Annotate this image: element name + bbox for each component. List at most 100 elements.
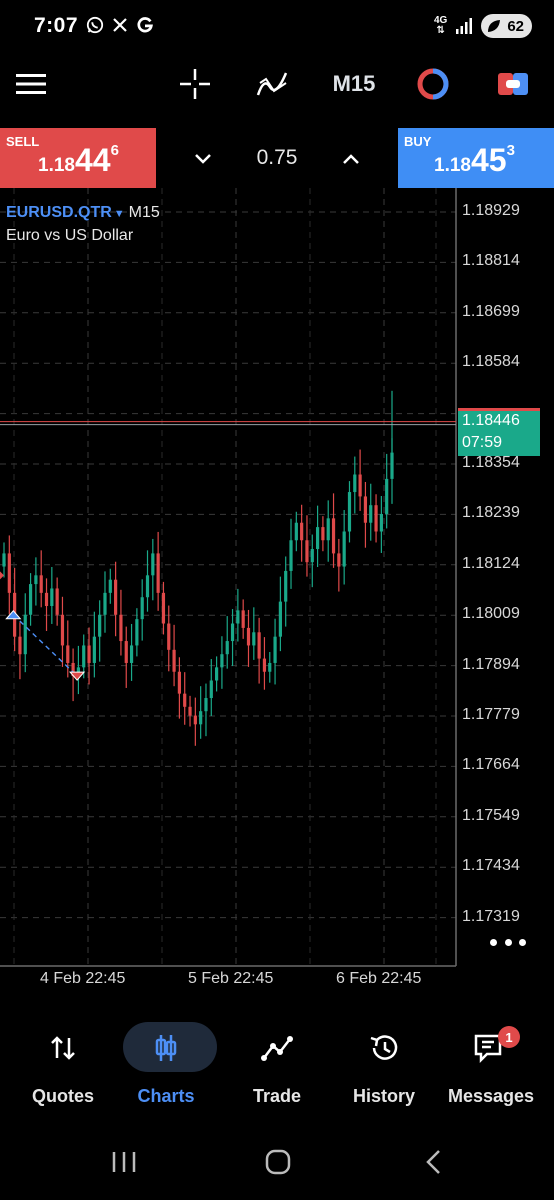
price-tick: 1.18814 bbox=[462, 252, 520, 270]
whatsapp-icon bbox=[86, 16, 104, 34]
price-tick: 1.17434 bbox=[462, 857, 520, 875]
back-icon bbox=[426, 1150, 440, 1174]
candle-body bbox=[310, 549, 314, 563]
back-button[interactable] bbox=[414, 1144, 454, 1180]
trade-toggle-button[interactable] bbox=[492, 56, 534, 112]
nav-quotes[interactable]: Quotes bbox=[8, 1022, 118, 1108]
buy-label: BUY bbox=[404, 134, 432, 149]
system-navigation-bar bbox=[0, 1130, 554, 1190]
candle-body bbox=[315, 527, 320, 550]
current-price: 1.18446 bbox=[462, 412, 520, 429]
price-tick: 1.17779 bbox=[462, 706, 520, 723]
chart-symbol[interactable]: EURUSD.QTR ▼ M15 bbox=[6, 204, 160, 222]
network-type: 4G ⇅ bbox=[433, 15, 448, 36]
notification-icons bbox=[86, 16, 154, 34]
candle-body bbox=[124, 641, 128, 663]
candle-body bbox=[225, 641, 229, 655]
candle-body bbox=[39, 575, 43, 593]
menu-icon bbox=[16, 74, 46, 94]
battery-indicator: 62 bbox=[481, 14, 532, 38]
candle-body bbox=[108, 579, 112, 593]
crosshair-button[interactable] bbox=[174, 56, 216, 112]
candle-body bbox=[114, 579, 118, 615]
home-button[interactable] bbox=[258, 1144, 298, 1180]
oneclick-trading-button[interactable] bbox=[412, 56, 454, 112]
sell-button[interactable]: SELL 1.18446 bbox=[0, 128, 156, 188]
lot-decrease-button[interactable] bbox=[188, 144, 218, 174]
price-tick: 1.18584 bbox=[462, 353, 520, 371]
candle-body bbox=[55, 588, 59, 615]
candle-body bbox=[177, 671, 181, 694]
nav-trade[interactable]: Trade bbox=[222, 1022, 332, 1108]
nav-history[interactable]: History bbox=[329, 1022, 439, 1108]
candle-body bbox=[82, 645, 86, 668]
price-tick: 1.18239 bbox=[462, 504, 520, 522]
candle-body bbox=[92, 636, 96, 663]
trade-toggle-icon bbox=[498, 73, 528, 95]
candle-body bbox=[66, 645, 70, 663]
price-tick: 1.18009 bbox=[462, 605, 520, 623]
nav-history-label: History bbox=[352, 1086, 415, 1106]
candle-body bbox=[230, 623, 235, 642]
date-tick: 6 Feb 22:45 bbox=[336, 970, 422, 987]
nav-quotes-label: Quotes bbox=[31, 1086, 94, 1106]
history-icon bbox=[370, 1035, 398, 1060]
candle-body bbox=[183, 693, 187, 707]
candle-body bbox=[337, 553, 341, 567]
candle-body bbox=[28, 584, 33, 615]
candle-body bbox=[204, 698, 208, 712]
trade-icon bbox=[261, 1036, 293, 1061]
crosshair-icon bbox=[180, 69, 210, 99]
price-tick: 1.17664 bbox=[462, 756, 520, 774]
candle-body bbox=[347, 492, 352, 532]
timeframe-button[interactable]: M15 bbox=[330, 56, 378, 112]
chevron-down-icon bbox=[195, 154, 211, 164]
candle-body bbox=[321, 527, 325, 541]
buy-button[interactable]: BUY 1.18453 bbox=[398, 128, 554, 188]
oneclick-icon bbox=[417, 68, 449, 100]
sell-marker-icon bbox=[68, 671, 86, 681]
symbol-timeframe: M15 bbox=[128, 204, 160, 221]
status-bar: 7:07 4G ⇅ 62 bbox=[0, 0, 554, 56]
signal-icon bbox=[456, 18, 473, 34]
candle-body bbox=[98, 614, 102, 637]
price-tick: 1.17894 bbox=[462, 655, 520, 673]
date-tick: 4 Feb 22:45 bbox=[40, 970, 126, 987]
buy-marker-icon bbox=[5, 610, 22, 620]
more-options-icon[interactable] bbox=[490, 932, 526, 952]
candle-body bbox=[273, 636, 277, 663]
charts-icon bbox=[155, 1035, 177, 1061]
indicators-button[interactable] bbox=[252, 56, 294, 112]
chevron-up-icon bbox=[343, 154, 359, 164]
chart-toolbar: M15 bbox=[0, 56, 554, 126]
lot-size-input[interactable]: 0.75 bbox=[236, 146, 318, 170]
lot-increase-button[interactable] bbox=[336, 144, 366, 174]
candle-body bbox=[294, 522, 298, 541]
candle-body bbox=[385, 478, 389, 514]
bottom-navigation: Quotes Charts Trade History 1 Messages bbox=[0, 1014, 554, 1110]
menu-button[interactable] bbox=[10, 56, 52, 112]
candle-body bbox=[50, 588, 54, 606]
candle-body bbox=[236, 610, 240, 624]
nav-charts[interactable]: Charts bbox=[111, 1022, 221, 1108]
candle-body bbox=[103, 592, 107, 615]
candle-body bbox=[331, 518, 336, 554]
nav-messages[interactable]: 1 Messages bbox=[436, 1022, 546, 1108]
candle-body bbox=[23, 614, 27, 655]
system-status-icons: 4G ⇅ 62 bbox=[434, 14, 532, 38]
recent-apps-button[interactable] bbox=[104, 1144, 144, 1180]
candle-body bbox=[167, 623, 171, 650]
candle-body bbox=[60, 614, 65, 646]
candle-body bbox=[342, 531, 346, 567]
candle-body bbox=[305, 540, 309, 563]
candle-body bbox=[374, 505, 378, 532]
candle-body bbox=[172, 649, 176, 672]
symbol-description: Euro vs US Dollar bbox=[6, 227, 134, 244]
timeframe-label: M15 bbox=[332, 71, 376, 96]
candle-body bbox=[199, 711, 203, 725]
price-chart[interactable]: EURUSD.QTR ▼ M15 Euro vs US Dollar 1.18929… bbox=[0, 188, 554, 1010]
bar-countdown: 07:59 bbox=[462, 434, 503, 451]
price-tick: 1.18929 bbox=[462, 202, 520, 219]
candle-body bbox=[151, 553, 155, 576]
price-tick: 1.17549 bbox=[462, 806, 520, 824]
